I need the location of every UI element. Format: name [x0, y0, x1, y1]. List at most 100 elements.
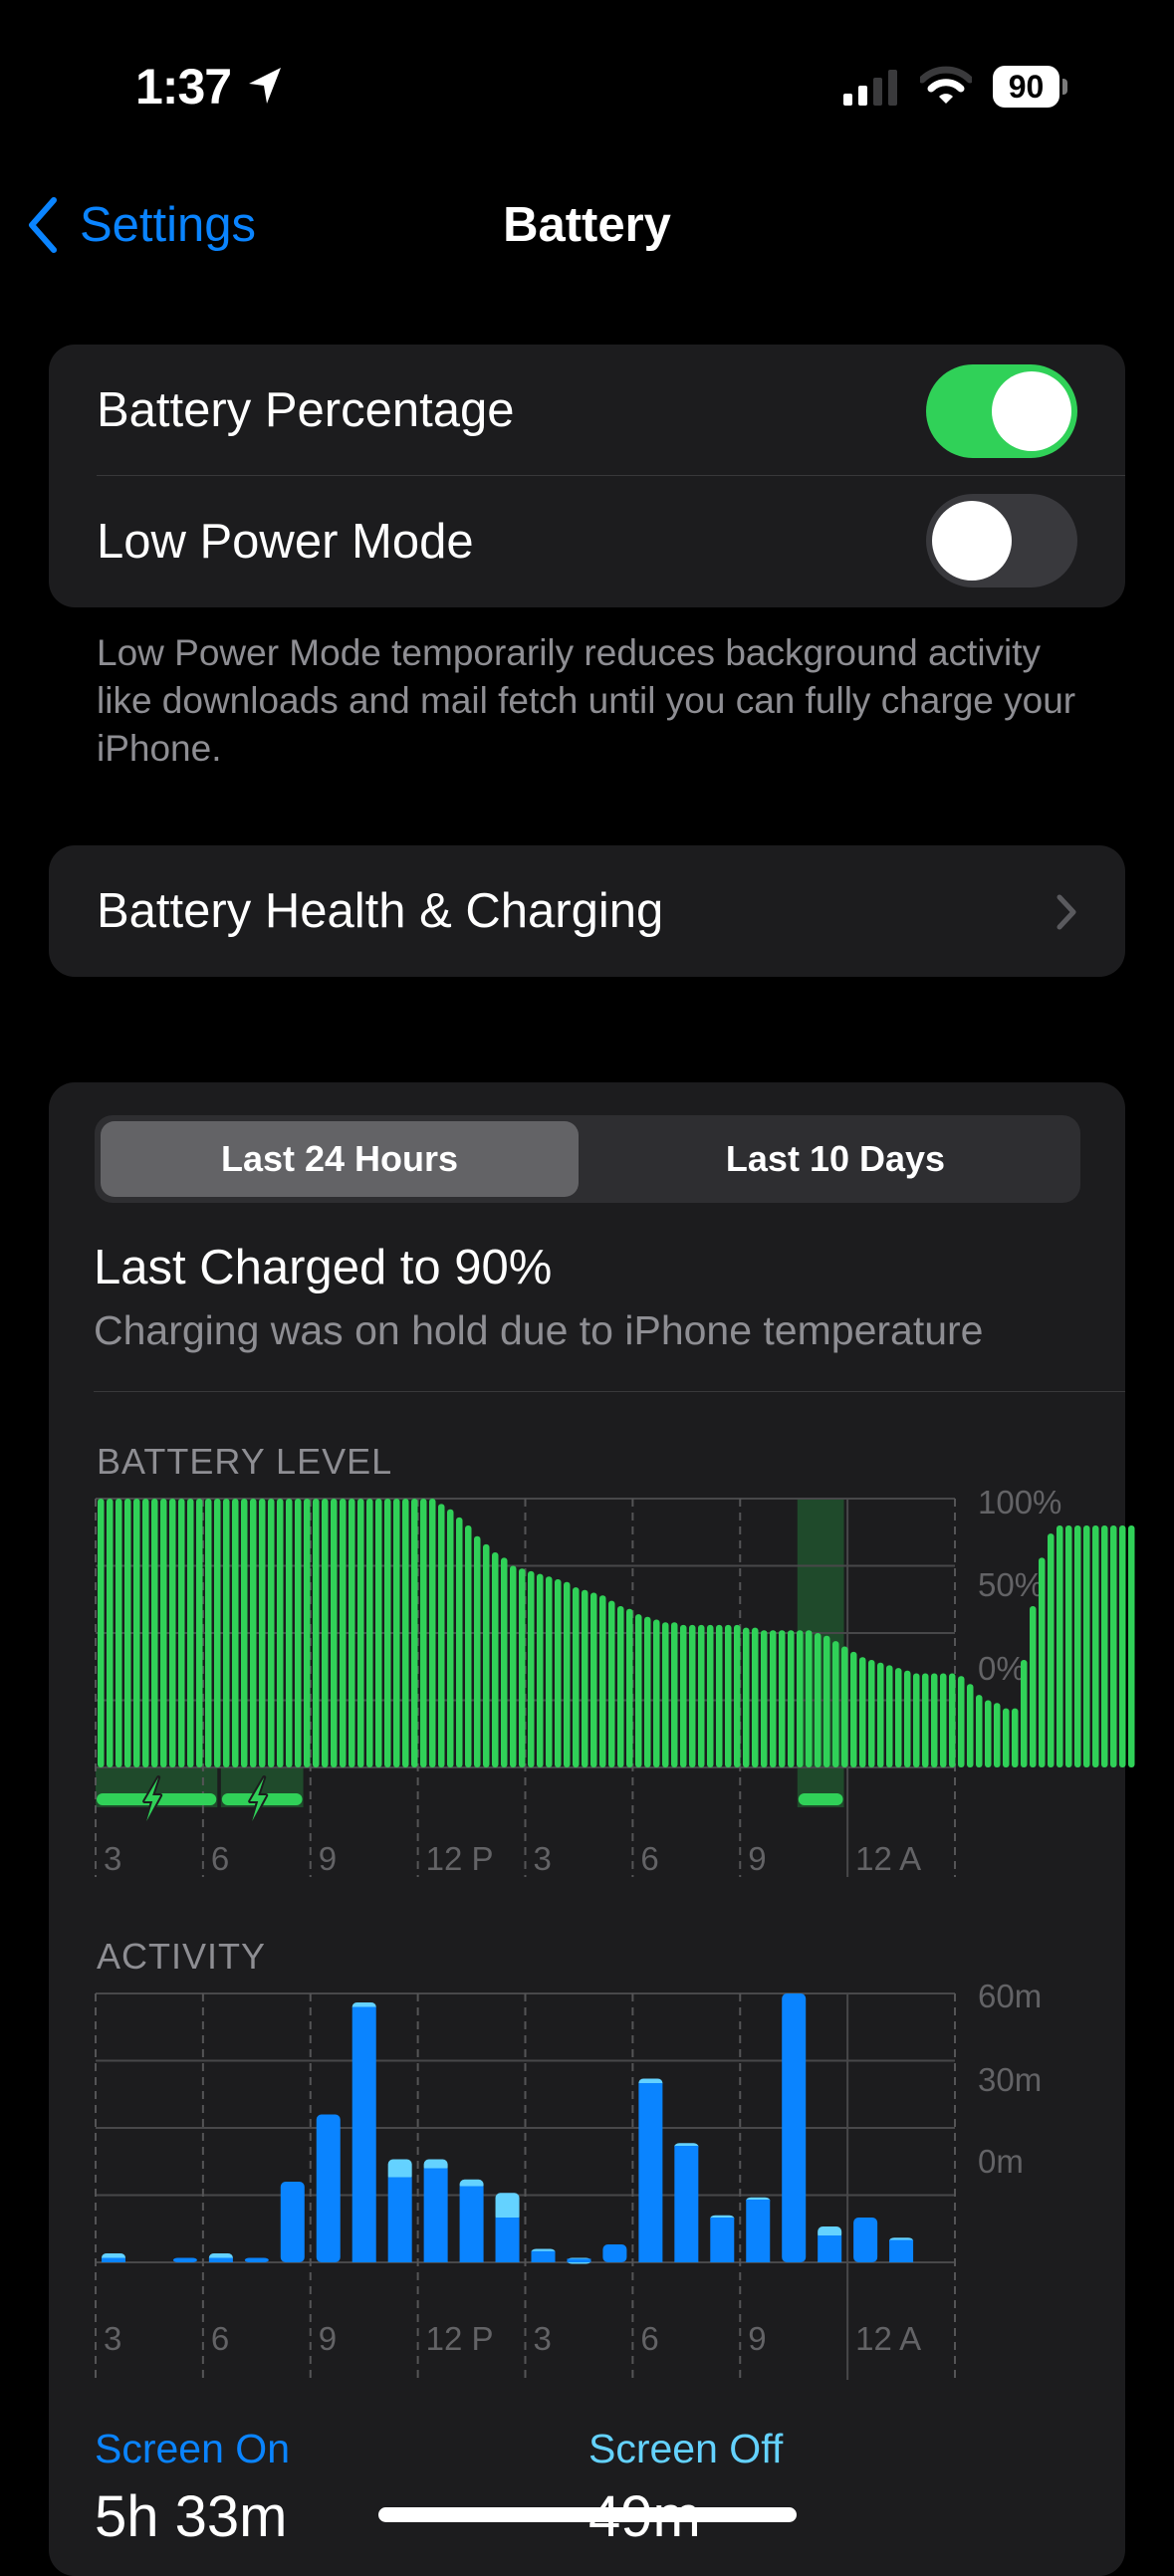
battery-bar [689, 1624, 696, 1767]
status-time: 1:37 [135, 59, 232, 115]
x-tick-label: 9 [319, 2320, 337, 2357]
battery-bar [1101, 1525, 1108, 1767]
screen-on-bar [208, 2257, 233, 2262]
battery-bar [124, 1499, 131, 1767]
y-tick-label: 30m [978, 2061, 1042, 2098]
battery-bar [698, 1624, 705, 1767]
battery-bar [447, 1509, 454, 1767]
battery-bar [1057, 1525, 1063, 1767]
battery-bar [582, 1589, 588, 1767]
screen-on-bar [172, 2257, 197, 2262]
activity-section-label: ACTIVITY [97, 1936, 267, 1977]
battery-bar [761, 1630, 768, 1767]
battery-bar [107, 1499, 114, 1767]
battery-bar [716, 1624, 723, 1767]
battery-bar [402, 1499, 409, 1767]
screen-on-bar [280, 2182, 305, 2262]
screen-on-bar [316, 2114, 341, 2262]
battery-bar [1110, 1525, 1117, 1767]
battery-icon: 90 [993, 66, 1068, 108]
battery-bar [779, 1630, 786, 1767]
battery-bar [420, 1499, 427, 1767]
battery-bar [958, 1676, 965, 1767]
tab-last-10-days[interactable]: Last 10 Days [596, 1121, 1074, 1197]
battery-bar [1030, 1606, 1037, 1767]
battery-bar [1012, 1708, 1019, 1767]
battery-bar [564, 1581, 571, 1767]
screen-on-bar [102, 2257, 125, 2262]
battery-bar [976, 1695, 983, 1767]
battery-bar [196, 1499, 203, 1767]
battery-bar [788, 1630, 795, 1767]
screen-on-bar [710, 2218, 735, 2262]
battery-bar [169, 1499, 176, 1767]
battery-bar [331, 1499, 338, 1767]
x-tick-label: 3 [104, 2320, 121, 2357]
activity-chart[interactable]: 36912 P36912 A60m30m0mOct 10Oct 11 [0, 1982, 1174, 2380]
low-power-mode-toggle[interactable] [926, 494, 1077, 587]
toggle-knob [992, 371, 1071, 451]
battery-bar [662, 1622, 669, 1767]
screen-off-bar [495, 2193, 520, 2222]
battery-bar [178, 1499, 185, 1767]
x-tick-label: 6 [640, 2320, 658, 2357]
battery-bar [770, 1630, 777, 1767]
battery-bar [949, 1673, 956, 1767]
battery-bar [151, 1499, 158, 1767]
last-charged-title: Last Charged to 90% [94, 1241, 553, 1294]
home-indicator[interactable] [378, 2507, 797, 2522]
x-tick-label: 3 [104, 1840, 121, 1877]
battery-bar [994, 1703, 1001, 1767]
screen-on-bar [495, 2218, 520, 2262]
battery-bar [904, 1670, 911, 1767]
battery-bar [653, 1619, 660, 1767]
screen-on-bar [674, 2146, 699, 2262]
battery-bar [205, 1499, 212, 1767]
x-tick-label: 12 P [426, 2320, 494, 2357]
battery-bar [1083, 1525, 1090, 1767]
battery-bar [841, 1646, 848, 1767]
battery-bar [375, 1499, 382, 1767]
battery-bar [393, 1499, 400, 1767]
battery-bar [707, 1624, 714, 1767]
battery-bar [832, 1641, 839, 1767]
screen-off-label: Screen Off [588, 2426, 784, 2471]
battery-percentage-label: Battery Percentage [97, 383, 515, 437]
x-tick-label: 6 [640, 1840, 658, 1877]
battery-health-label: Battery Health & Charging [97, 884, 664, 938]
battery-percentage-toggle[interactable] [926, 364, 1077, 458]
battery-bar [357, 1499, 364, 1767]
battery-bar [626, 1608, 633, 1767]
battery-health-row[interactable]: Battery Health & Charging [49, 845, 1125, 977]
y-tick-label: 50% [978, 1566, 1044, 1603]
screen-on-bar [531, 2250, 556, 2262]
x-tick-label: 9 [319, 1840, 337, 1877]
battery-bar [340, 1499, 347, 1767]
battery-bar [815, 1633, 822, 1767]
screen-on-bar [459, 2186, 484, 2262]
battery-bar [895, 1668, 902, 1767]
battery-bar [268, 1499, 275, 1767]
battery-bar [528, 1570, 535, 1767]
section-divider [94, 1391, 1125, 1392]
battery-level-chart[interactable]: 3 6 9 12 P 3 6 9 12 A 100% 50% 0% [0, 1484, 1174, 1882]
last-charged-subtitle: Charging was on hold due to iPhone tempe… [94, 1307, 984, 1353]
battery-bar [859, 1657, 866, 1767]
battery-bar [160, 1499, 167, 1767]
battery-bar [599, 1595, 606, 1767]
battery-bar [931, 1673, 938, 1767]
battery-bar [304, 1499, 311, 1767]
screen-on-bar [746, 2200, 771, 2262]
battery-settings-group: Battery Percentage Low Power Mode [49, 345, 1125, 607]
x-tick-label: 3 [534, 2320, 552, 2357]
chevron-right-icon [1057, 894, 1076, 930]
y-tick-label: 100% [978, 1484, 1061, 1521]
battery-bar [519, 1568, 526, 1767]
screen-on-bar [244, 2257, 269, 2262]
battery-bar [590, 1592, 597, 1767]
battery-bar [913, 1673, 920, 1767]
screen-on-bar [602, 2244, 627, 2262]
tab-last-24-hours[interactable]: Last 24 Hours [101, 1121, 579, 1197]
wifi-icon [920, 66, 972, 104]
x-tick-label: 12 P [426, 1840, 494, 1877]
